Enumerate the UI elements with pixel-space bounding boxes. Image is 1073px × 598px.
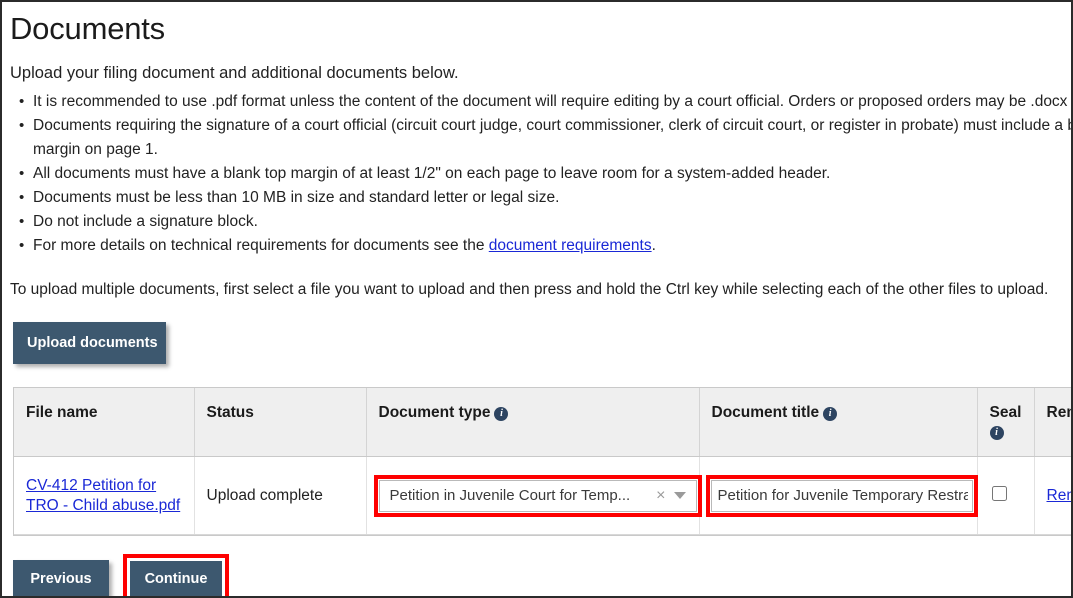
column-header-seal: Seal i	[977, 388, 1035, 457]
seal-checkbox[interactable]	[991, 485, 1007, 501]
column-header-file-name: File name	[14, 388, 195, 457]
clear-icon[interactable]: ×	[654, 487, 671, 504]
column-header-file-name-label: File name	[26, 404, 98, 421]
requirement-item-6: For more details on technical requiremen…	[19, 234, 1071, 258]
info-icon[interactable]: i	[494, 407, 509, 421]
column-header-document-title-label: Document title	[711, 404, 820, 421]
previous-button[interactable]: Previous	[13, 560, 109, 596]
document-title-input[interactable]	[710, 479, 973, 512]
document-type-highlight: Petition in Juvenile Court for Temp... ×	[373, 474, 702, 517]
document-type-selected-value: Petition in Juvenile Court for Temp...	[389, 487, 631, 504]
upload-documents-label: Upload documents	[27, 334, 158, 351]
cell-document-title	[699, 456, 978, 535]
column-header-remove-label: Remove	[1046, 404, 1072, 421]
requirement-suffix: .	[651, 237, 656, 254]
multi-upload-note: To upload multiple documents, first sele…	[10, 281, 1049, 298]
cell-seal	[977, 456, 1035, 535]
intro-text: Upload your filing document and addition…	[10, 64, 459, 82]
continue-button-highlight: Continue	[123, 554, 229, 596]
upload-documents-button[interactable]: Upload documents	[13, 322, 166, 364]
requirement-item-3: All documents must have a blank top marg…	[19, 162, 1071, 186]
upload-status-text: Upload complete	[206, 486, 323, 504]
cell-remove: Remove	[1034, 456, 1072, 535]
column-header-document-type-label: Document type	[378, 404, 491, 421]
column-header-status-label: Status	[206, 404, 254, 421]
table-header-row: File name Status Document type i Document…	[14, 388, 1071, 457]
document-requirements-link[interactable]: document requirements	[489, 237, 652, 254]
requirement-item-5: Do not include a signature block.	[19, 210, 1071, 234]
footer-actions: Previous Continue	[13, 554, 1071, 596]
remove-document-link[interactable]: Remove	[1047, 487, 1072, 504]
column-header-document-title: Document title i	[699, 388, 978, 457]
requirements-list: It is recommended to use .pdf format unl…	[10, 90, 1071, 258]
previous-button-label: Previous	[30, 570, 92, 587]
column-header-remove: Remove	[1034, 388, 1071, 457]
column-header-document-type: Document type i	[366, 388, 700, 457]
cell-file-name: CV-412 Petition for TRO - Child abuse.pd…	[14, 456, 195, 535]
document-title-highlight	[705, 474, 978, 517]
cell-status: Upload complete	[194, 456, 367, 535]
column-header-seal-label: Seal	[989, 404, 1022, 421]
documents-page: Documents Upload your filing document an…	[2, 2, 1071, 596]
column-header-status: Status	[194, 388, 367, 457]
page-title: Documents	[10, 11, 165, 46]
cell-document-type: Petition in Juvenile Court for Temp... ×	[366, 456, 702, 535]
requirement-item-1: It is recommended to use .pdf format unl…	[19, 90, 1071, 114]
info-icon[interactable]: i	[989, 426, 1004, 440]
info-icon[interactable]: i	[823, 407, 838, 421]
continue-button[interactable]: Continue	[130, 561, 222, 596]
continue-button-label: Continue	[144, 570, 208, 587]
table-row: CV-412 Petition for TRO - Child abuse.pd…	[14, 456, 1072, 535]
chevron-down-icon[interactable]	[673, 492, 686, 499]
documents-table: File name Status Document type i Document…	[14, 388, 1071, 535]
document-type-select[interactable]: Petition in Juvenile Court for Temp... ×	[378, 479, 697, 512]
documents-table-container: File name Status Document type i Document…	[13, 387, 1071, 536]
file-name-link[interactable]: CV-412 Petition for TRO - Child abuse.pd…	[26, 476, 184, 516]
requirement-prefix: For more details on technical requiremen…	[33, 237, 489, 254]
requirement-item-4: Documents must be less than 10 MB in siz…	[19, 186, 1071, 210]
requirement-item-2: Documents requiring the signature of a c…	[19, 114, 1071, 162]
